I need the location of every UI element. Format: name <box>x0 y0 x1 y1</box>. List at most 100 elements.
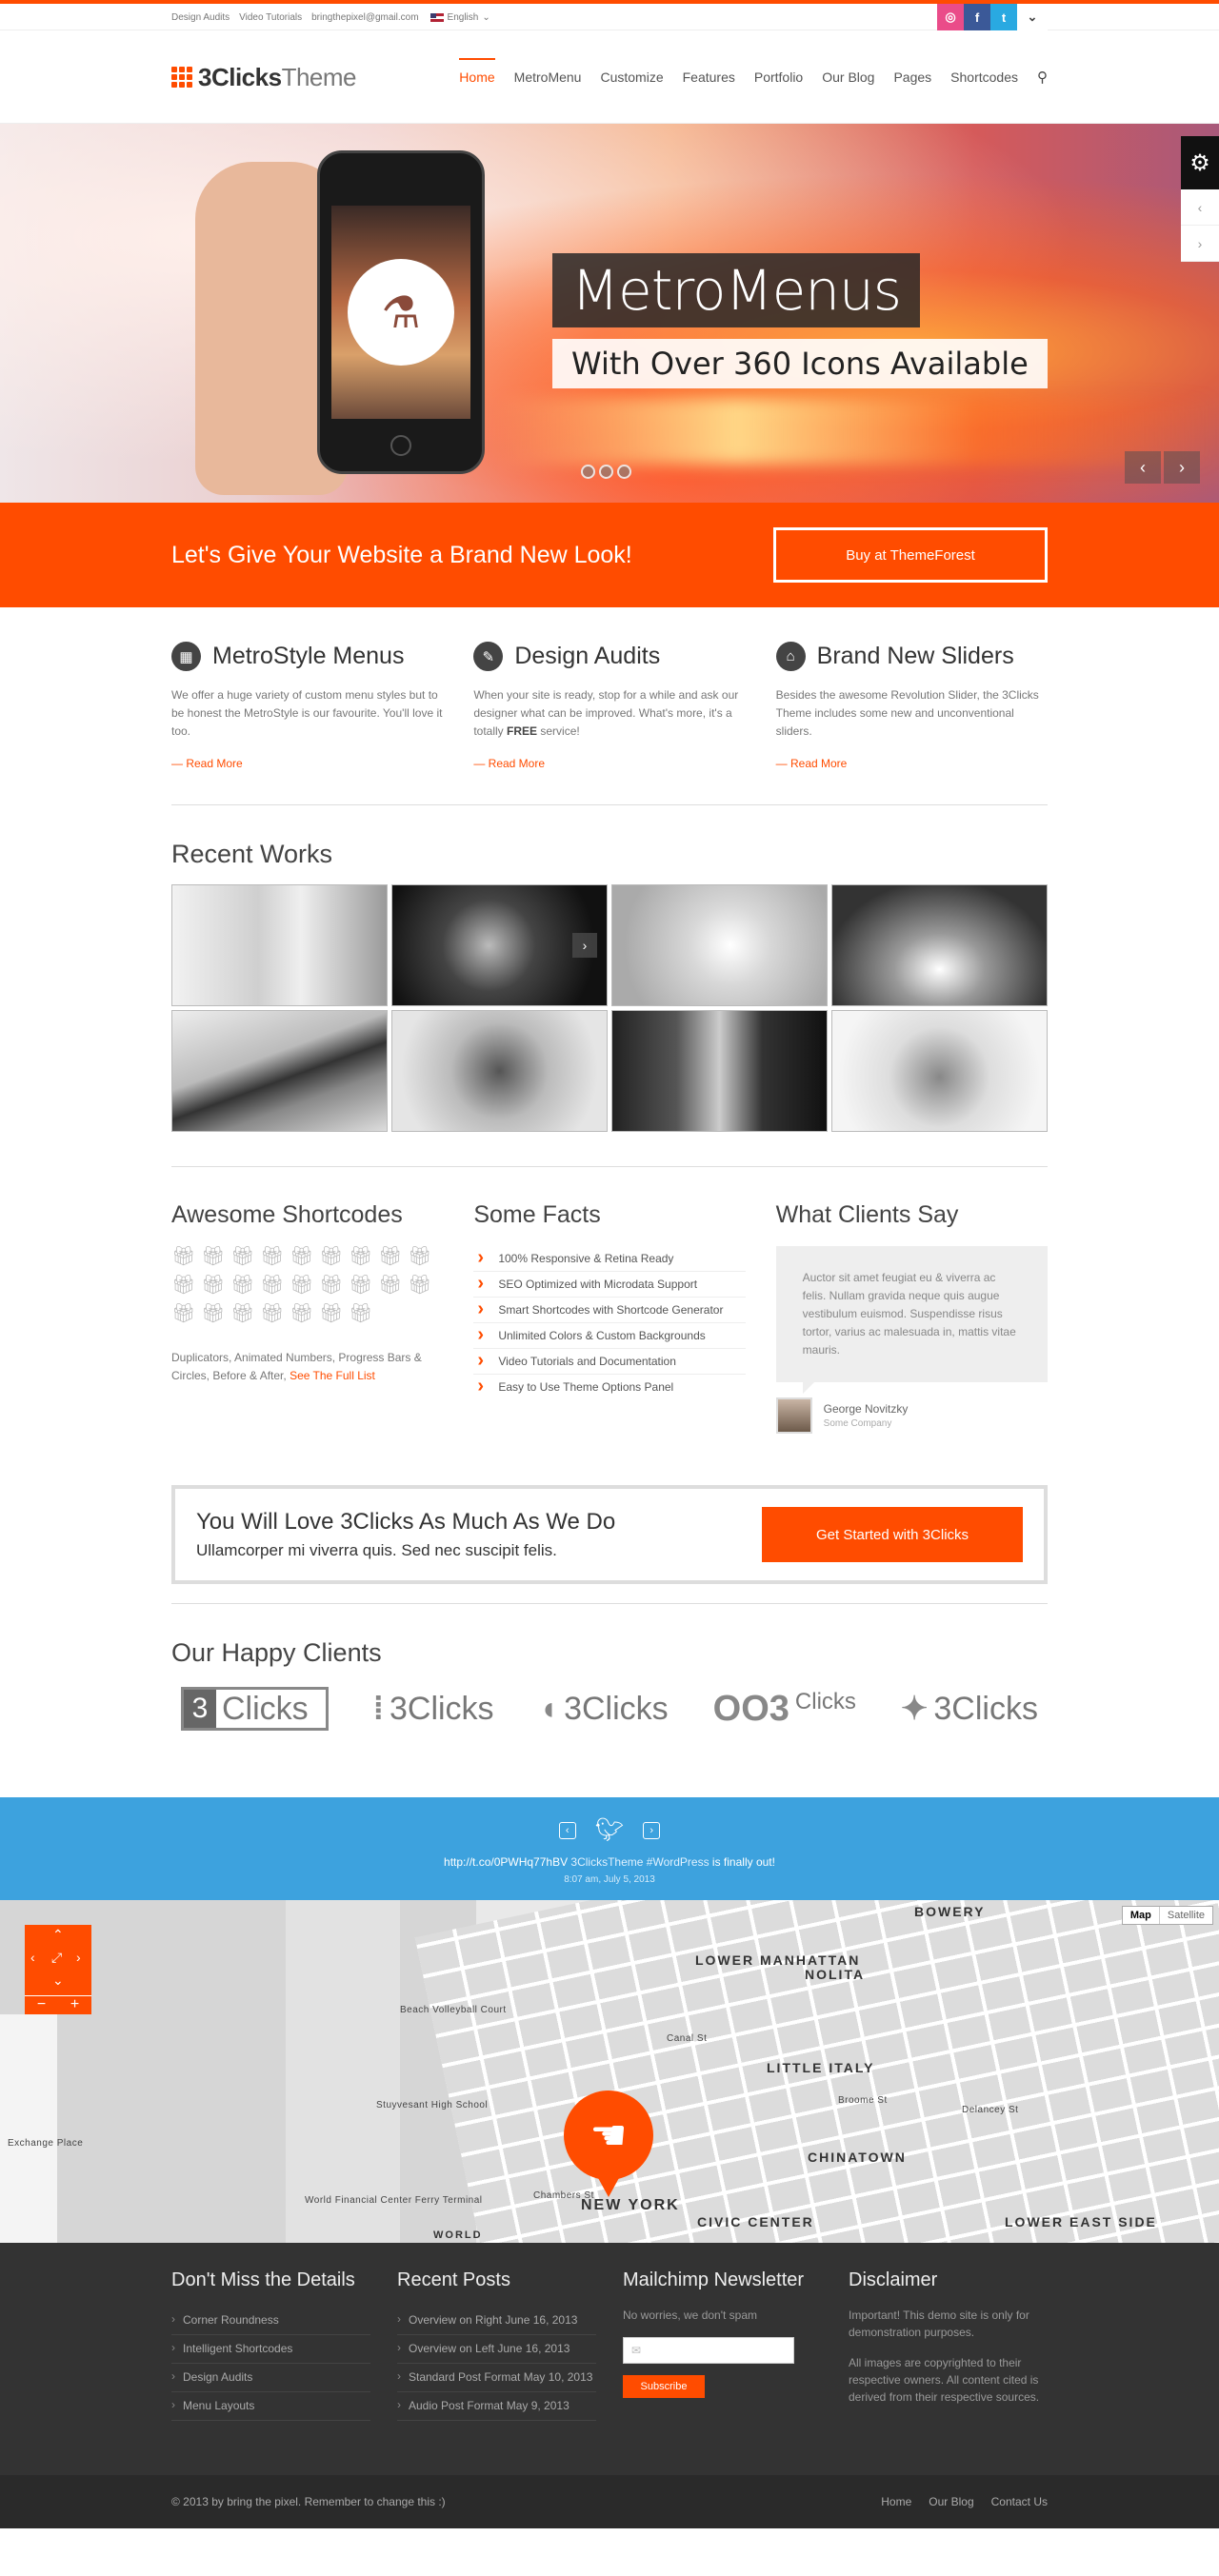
pan-right-icon[interactable]: › <box>76 1950 81 1965</box>
chevron-down-icon[interactable]: ⌄ <box>1017 4 1048 30</box>
footer-link[interactable]: Menu Layouts <box>171 2392 370 2421</box>
tweet-time: 8:07 am, July 5, 2013 <box>564 1874 655 1885</box>
map-land <box>286 1900 400 2243</box>
footer-link[interactable]: Intelligent Shortcodes <box>171 2335 370 2364</box>
footer-link[interactable]: Audio Post Format May 9, 2013 <box>397 2392 596 2421</box>
zoom-in-icon[interactable]: + <box>58 1996 91 2014</box>
recent-works-grid: › <box>171 884 1048 1132</box>
see-full-list-link[interactable]: See The Full List <box>290 1369 375 1382</box>
footer-link[interactable]: Overview on Right June 16, 2013 <box>397 2307 596 2335</box>
gear-icon[interactable]: ⚙ <box>1181 136 1219 189</box>
site-logo[interactable]: 3ClicksTheme <box>171 62 357 92</box>
phone-home-button <box>390 435 411 456</box>
nav-home[interactable]: Home <box>459 58 496 92</box>
client-logo[interactable]: ⁞ 3Clicks <box>373 1691 494 1728</box>
nav-customize[interactable]: Customize <box>600 62 663 92</box>
work-thumb-office[interactable] <box>171 884 388 1006</box>
nav-portfolio[interactable]: Portfolio <box>754 62 803 92</box>
disclaimer-text: All images are copyrighted to their resp… <box>849 2356 1040 2404</box>
work-thumb-woman[interactable] <box>611 1010 828 1132</box>
slider-next-icon[interactable]: › <box>1164 451 1200 484</box>
slider-dot[interactable] <box>617 465 631 479</box>
chevron-right-icon[interactable]: › <box>643 1821 661 1839</box>
nav-shortcodes[interactable]: Shortcodes <box>950 62 1018 92</box>
nav-features[interactable]: Features <box>683 62 735 92</box>
footer-link[interactable]: Overview on Left June 16, 2013 <box>397 2335 596 2364</box>
footer-col-details: Don't Miss the Details Corner Roundness … <box>171 2269 370 2421</box>
divider <box>171 1603 1048 1604</box>
top-link-email[interactable]: bringthepixel@gmail.com <box>311 12 418 23</box>
language-switcher[interactable]: English ⌄ <box>430 12 490 23</box>
read-more-link[interactable]: — Read More <box>171 757 443 770</box>
bottom-link-blog[interactable]: Our Blog <box>929 2495 973 2508</box>
footer-link[interactable]: Corner Roundness <box>171 2307 370 2335</box>
footer-link[interactable]: Design Audits <box>171 2364 370 2392</box>
work-thumb-bulb[interactable] <box>611 884 828 1006</box>
bottom-link-contact[interactable]: Contact Us <box>991 2495 1048 2508</box>
cta-message: Let's Give Your Website a Brand New Look… <box>171 541 632 568</box>
map-pin-icon[interactable]: ☚ <box>564 2091 653 2180</box>
twitter-icon[interactable]: t <box>990 4 1017 30</box>
work-thumb-city[interactable] <box>831 884 1048 1006</box>
top-link-video-tutorials[interactable]: Video Tutorials <box>239 12 302 23</box>
client-logo[interactable]: OO3 Clicks <box>713 1689 856 1730</box>
footer-title: Don't Miss the Details <box>171 2269 355 2290</box>
gift-icon: 🎁︎ <box>349 1246 373 1267</box>
home-icon: ⌂ <box>775 642 806 671</box>
avatar <box>775 1397 812 1434</box>
author-name: George Novitzky <box>823 1402 909 1416</box>
top-link-design-audits[interactable]: Design Audits <box>171 12 230 23</box>
map[interactable]: LOWER MANHATTAN NOLITA LITTLE ITALY CHIN… <box>0 1900 1219 2243</box>
client-logo[interactable]: ✦ 3Clicks <box>901 1690 1038 1728</box>
get-started-button[interactable]: Get Started with 3Clicks <box>762 1507 1023 1562</box>
read-more-link[interactable]: — Read More <box>776 757 1048 770</box>
feature-title: MetroStyle Menus <box>212 643 405 669</box>
bottom-link-home[interactable]: Home <box>881 2495 911 2508</box>
newsletter-email-input[interactable]: ✉ <box>623 2337 794 2364</box>
logo-light: Theme <box>281 62 357 91</box>
pan-up-icon[interactable]: ⌃ <box>52 1927 64 1943</box>
slider-dot[interactable] <box>581 465 595 479</box>
subscribe-button[interactable]: Subscribe <box>623 2375 705 2398</box>
feature-design-audits: ✎ Design Audits When your site is ready, … <box>473 642 745 770</box>
search-icon[interactable]: ⚲ <box>1037 69 1048 86</box>
features-section: ▦ MetroStyle Menus We offer a huge variet… <box>171 607 1048 1731</box>
read-more-link[interactable]: — Read More <box>473 757 745 770</box>
slider-dot[interactable] <box>599 465 613 479</box>
map-type-map[interactable]: Map <box>1123 1907 1160 1924</box>
tweet-text: http://t.co/0PWHq77hBV 3ClicksTheme #Wor… <box>444 1855 775 1869</box>
slider-prev-icon[interactable]: ‹ <box>1125 451 1161 484</box>
work-thumb-splash[interactable] <box>831 1010 1048 1132</box>
chevron-left-icon[interactable]: ‹ <box>558 1821 576 1839</box>
pan-down-icon[interactable]: ⌄ <box>52 1972 64 1989</box>
client-logo[interactable]: ◖ 3Clicks <box>539 1691 669 1728</box>
work-thumb-dna[interactable]: › <box>391 884 608 1006</box>
nav-pages[interactable]: Pages <box>893 62 931 92</box>
tweet-link[interactable]: http://t.co/0PWHq77hBV <box>444 1855 568 1869</box>
pan-left-icon[interactable]: ‹ <box>30 1950 35 1965</box>
chevron-right-icon[interactable]: › <box>1181 226 1219 262</box>
map-controls: ⌃ ‹ ⤢ › ⌄ − + <box>25 1925 91 2014</box>
chevron-right-icon[interactable]: › <box>572 933 597 958</box>
footer-col-newsletter: Mailchimp Newsletter No worries, we don'… <box>623 2269 822 2421</box>
footer-link[interactable]: Standard Post Format May 10, 2013 <box>397 2364 596 2392</box>
map-pan-pad[interactable]: ⌃ ‹ ⤢ › ⌄ <box>25 1925 91 1995</box>
map-label: Exchange Place <box>8 2138 84 2149</box>
nav-our-blog[interactable]: Our Blog <box>822 62 874 92</box>
map-type-satellite[interactable]: Satellite <box>1160 1907 1212 1924</box>
nav-metromenu[interactable]: MetroMenu <box>514 62 582 92</box>
map-land <box>0 2014 57 2243</box>
zoom-out-icon[interactable]: − <box>25 1996 58 2014</box>
side-tools: ⚙ ‹ › <box>1181 136 1219 262</box>
phone-image: ⚗ <box>317 150 485 474</box>
map-label: LOWER EAST SIDE <box>1005 2214 1157 2229</box>
work-thumb-flowers[interactable] <box>391 1010 608 1132</box>
expand-icon[interactable]: ⤢ <box>51 1950 62 1966</box>
buy-themeforest-button[interactable]: Buy at ThemeForest <box>773 527 1048 583</box>
dribbble-icon[interactable]: ◎ <box>937 4 964 30</box>
list-item: Easy to Use Theme Options Panel <box>473 1375 745 1399</box>
work-thumb-boat[interactable] <box>171 1010 388 1132</box>
client-logo[interactable]: 3 Clicks <box>181 1687 329 1731</box>
facebook-icon[interactable]: f <box>964 4 990 30</box>
chevron-left-icon[interactable]: ‹ <box>1181 189 1219 226</box>
